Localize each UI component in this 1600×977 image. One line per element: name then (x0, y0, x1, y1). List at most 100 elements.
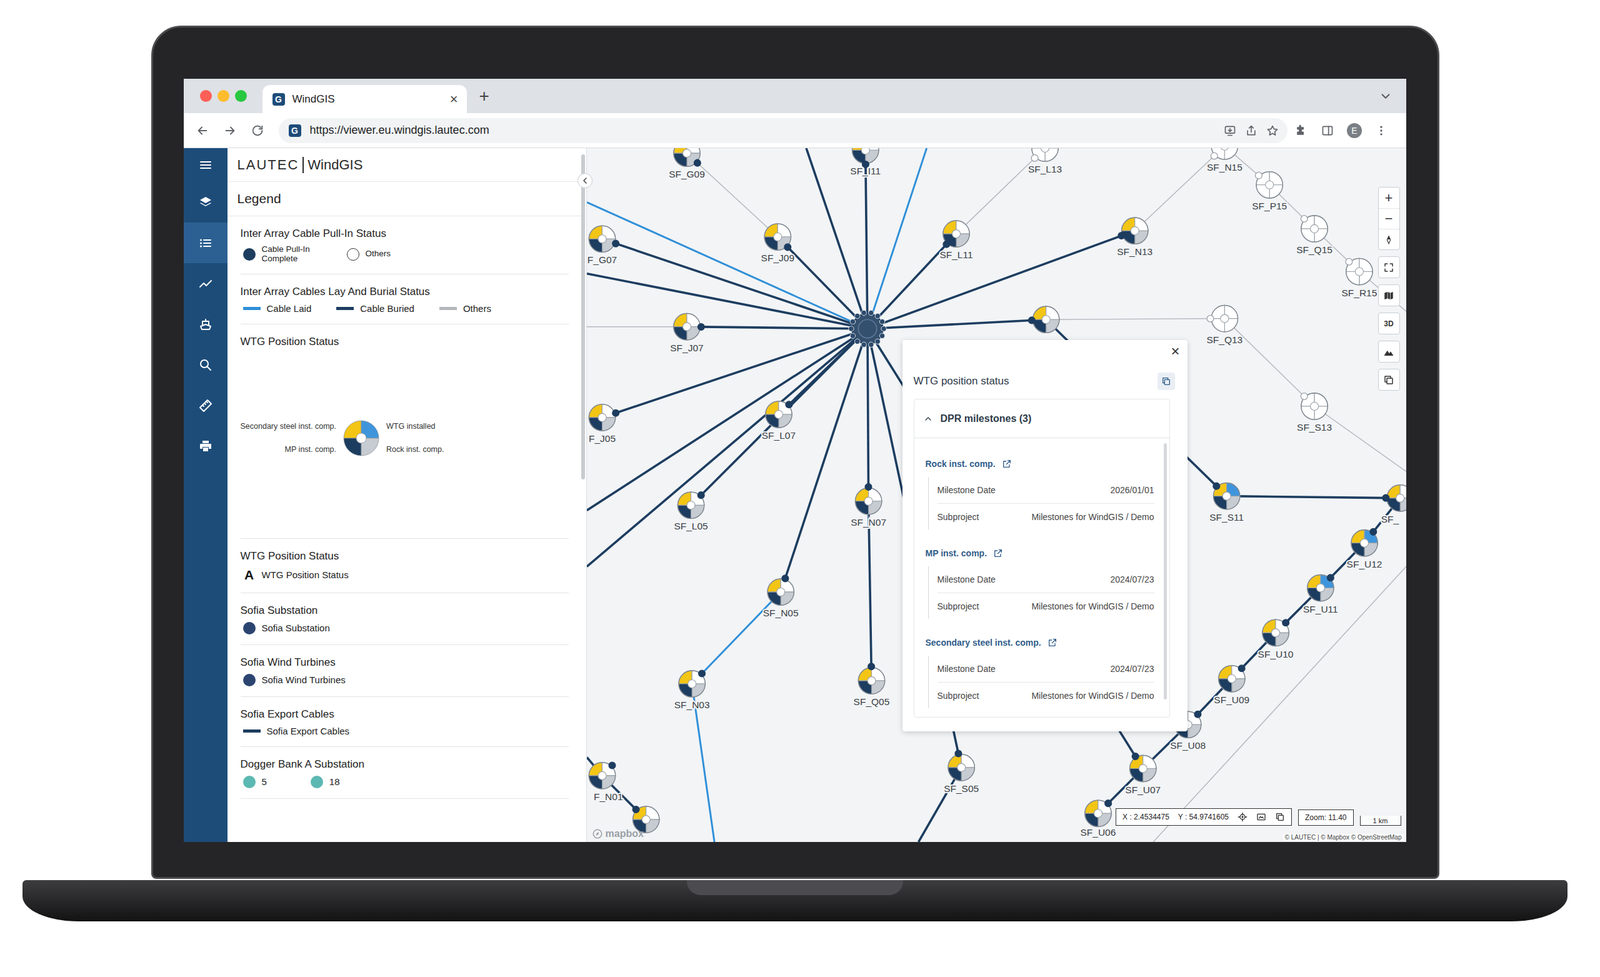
copy-icon[interactable] (1383, 374, 1395, 386)
reload-button[interactable] (243, 118, 272, 144)
rail-item[interactable] (183, 148, 228, 182)
inter-array-cable[interactable] (780, 328, 868, 592)
wind-turbine[interactable] (1084, 800, 1112, 827)
legend-scrollbar[interactable] (581, 154, 585, 480)
inter-array-cable[interactable] (586, 328, 868, 567)
inter-array-cable[interactable] (686, 326, 867, 329)
back-button[interactable] (188, 118, 217, 144)
milestone-title[interactable]: MP inst. comp. (925, 548, 988, 559)
wind-turbine[interactable] (1261, 619, 1289, 647)
milestone-title[interactable]: Rock inst. comp. (925, 458, 996, 469)
wind-turbine[interactable] (947, 750, 974, 781)
close-button[interactable] (200, 90, 212, 102)
inter-array-cable[interactable] (601, 328, 867, 418)
wind-turbine[interactable] (677, 491, 705, 519)
wind-turbine[interactable] (855, 483, 882, 515)
wind-turbine[interactable] (851, 148, 879, 169)
inter-array-cable[interactable] (1364, 498, 1400, 544)
wind-turbine[interactable] (1381, 485, 1406, 512)
install-icon[interactable] (1223, 124, 1237, 137)
wind-turbine[interactable] (765, 401, 792, 428)
kebab-menu-icon[interactable] (1375, 124, 1388, 137)
wind-turbine[interactable] (1031, 148, 1059, 162)
wind-turbine[interactable] (1350, 528, 1377, 556)
wind-turbine[interactable] (1255, 171, 1283, 199)
screen-icon[interactable] (1256, 811, 1267, 822)
wind-turbine[interactable] (1306, 574, 1334, 602)
inter-array-cable[interactable] (866, 233, 956, 329)
rail-item[interactable] (183, 263, 228, 304)
collapse-legend-button[interactable] (577, 173, 593, 189)
inter-array-cable[interactable] (1224, 318, 1315, 407)
tab-close-button[interactable]: × (450, 92, 459, 107)
back-icon[interactable] (195, 123, 210, 138)
search-icon[interactable] (198, 357, 214, 373)
terrain-icon[interactable] (1383, 346, 1395, 358)
wind-turbine[interactable] (1218, 665, 1245, 692)
inter-array-cable[interactable] (686, 153, 777, 237)
vessel-icon[interactable] (198, 316, 214, 332)
sidebar-button[interactable] (1314, 124, 1342, 137)
sofia-substation[interactable] (848, 310, 887, 347)
measure-icon[interactable] (198, 398, 214, 414)
chart-icon[interactable] (198, 276, 214, 292)
substation-body[interactable] (851, 313, 883, 344)
wind-turbine[interactable] (588, 761, 616, 789)
inter-array-cable[interactable] (866, 319, 1046, 329)
copy-icon[interactable] (1275, 811, 1285, 822)
chevron-left-icon[interactable] (580, 175, 590, 186)
share-icon[interactable] (1245, 124, 1258, 137)
basemap-button[interactable] (1378, 285, 1400, 306)
inter-array-cable[interactable] (1153, 566, 1407, 842)
forward-icon[interactable] (223, 123, 237, 138)
profile-button[interactable]: E (1341, 123, 1369, 139)
milestone-name[interactable]: MP inst. comp. (925, 546, 1155, 560)
inter-array-cable[interactable] (1134, 148, 1225, 231)
inter-array-cable[interactable] (586, 326, 687, 327)
inter-array-cable[interactable] (956, 148, 1045, 234)
star-icon[interactable] (1266, 124, 1279, 137)
inter-array-cable[interactable] (777, 236, 868, 329)
inter-array-cable[interactable] (1045, 318, 1225, 320)
copy-button[interactable] (1378, 369, 1400, 390)
inter-array-cable[interactable] (1314, 406, 1407, 472)
wind-turbine[interactable] (1117, 217, 1148, 244)
wind-turbine[interactable] (678, 670, 705, 697)
wind-turbine[interactable] (764, 223, 792, 251)
zoom-out-button[interactable]: − (1378, 208, 1400, 229)
wind-turbine[interactable] (1206, 305, 1238, 332)
inter-array-cable[interactable] (601, 238, 867, 329)
inter-array-cable[interactable] (1226, 496, 1400, 499)
inter-array-cable[interactable] (865, 150, 867, 329)
popup-close-button[interactable]: × (1170, 343, 1180, 359)
external-link-icon[interactable] (1001, 458, 1012, 469)
wind-turbine[interactable] (673, 313, 704, 340)
milestone-name[interactable]: Secondary steel inst. comp. (925, 635, 1155, 650)
maximize-button[interactable] (235, 90, 247, 102)
wind-turbine[interactable] (942, 220, 969, 248)
popup-copy-button[interactable] (1157, 372, 1175, 390)
inter-array-cable[interactable] (691, 591, 781, 684)
mapbox-mark-icon[interactable] (591, 828, 604, 840)
chevron-up-icon[interactable] (923, 413, 934, 424)
inter-array-cable[interactable] (586, 328, 868, 511)
wind-turbine[interactable] (1300, 215, 1328, 243)
inter-array-cable[interactable] (690, 328, 867, 505)
wind-turbine[interactable] (1212, 482, 1240, 510)
minimize-button[interactable] (217, 90, 230, 102)
milestone-group-header[interactable]: DPR milestones (3) (914, 399, 1170, 439)
puzzle-icon[interactable] (1294, 124, 1307, 137)
browser-tab[interactable]: GWindGIS× (262, 85, 467, 114)
wind-turbine[interactable] (588, 404, 619, 431)
popup-scrollbar[interactable] (1163, 443, 1167, 700)
wind-turbine[interactable] (1345, 258, 1372, 285)
legend-list-icon[interactable] (198, 235, 214, 251)
3d-button[interactable]: 3D (1378, 313, 1400, 334)
extensions-button[interactable] (1287, 124, 1315, 137)
url-field[interactable]: Ghttps://viewer.eu.windgis.lautec.com (278, 118, 1288, 144)
reload-icon[interactable] (250, 123, 265, 138)
print-icon[interactable] (198, 438, 214, 454)
rail-item[interactable] (183, 181, 228, 223)
rail-item[interactable] (183, 385, 228, 426)
locate-icon[interactable] (1237, 811, 1248, 822)
